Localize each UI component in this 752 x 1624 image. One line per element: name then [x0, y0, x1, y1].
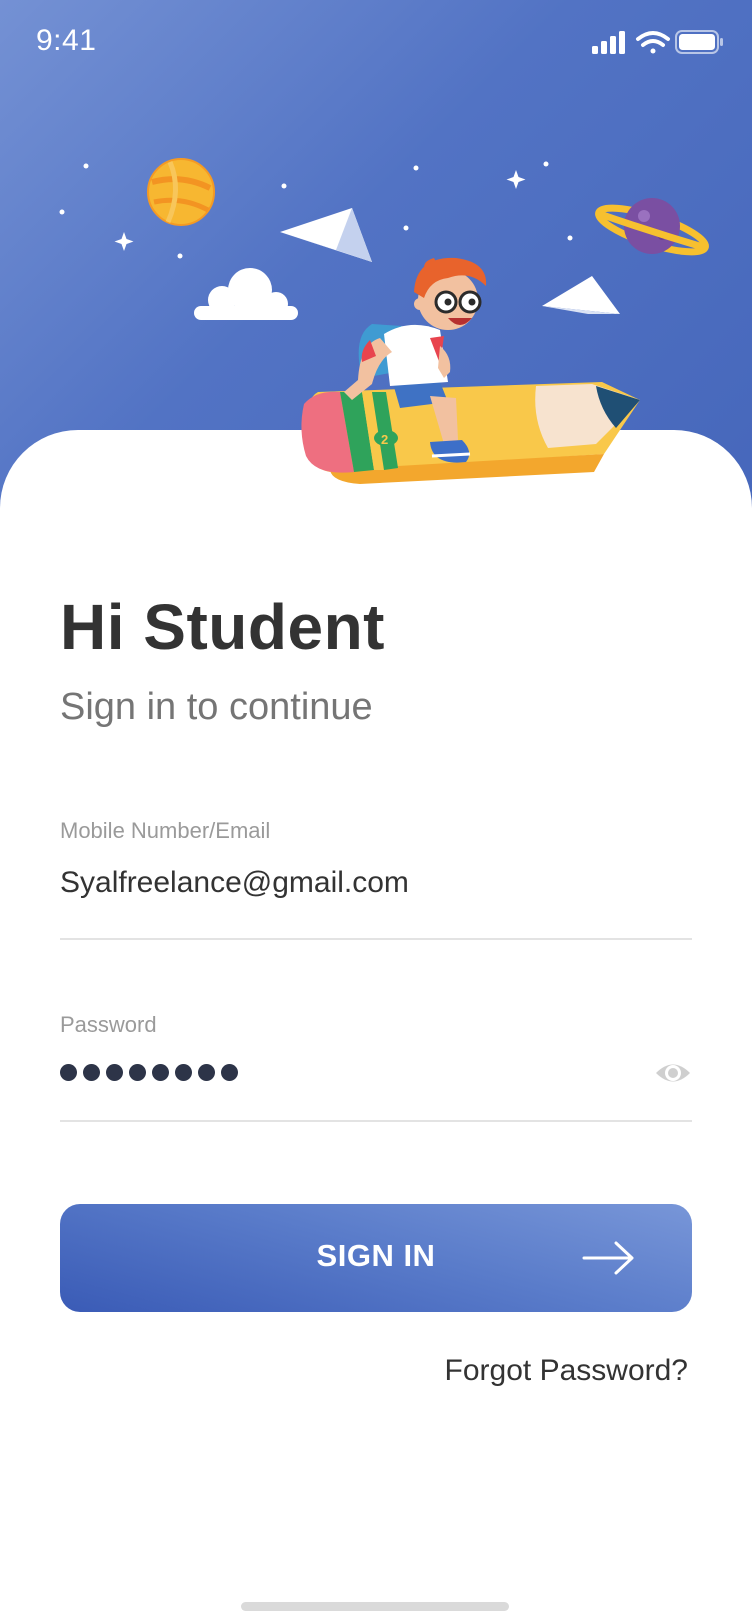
purple-ringed-planet-icon: [595, 198, 709, 256]
password-dot: [175, 1064, 192, 1081]
signal-icon: [592, 31, 625, 54]
status-icons: [592, 30, 723, 54]
status-time: 9:41: [36, 24, 97, 57]
wifi-icon: [636, 31, 670, 54]
home-indicator: [241, 1602, 509, 1611]
status-bar: 9:41: [0, 0, 752, 84]
password-dot: [129, 1064, 146, 1081]
paper-plane-icon: [280, 208, 620, 314]
page-subtitle: Sign in to continue: [60, 686, 373, 728]
password-underline: [60, 1120, 692, 1122]
password-label: Password: [60, 1012, 157, 1037]
password-field[interactable]: [60, 1064, 238, 1081]
password-dot: [221, 1064, 238, 1081]
password-dot: [152, 1064, 169, 1081]
eye-icon[interactable]: [654, 1058, 692, 1088]
arrow-right-icon: [582, 1241, 634, 1275]
orange-planet-icon: [147, 158, 215, 226]
page-title: Hi Student: [60, 591, 385, 663]
email-field[interactable]: Syalfreelance@gmail.com: [60, 866, 409, 900]
battery-icon: [675, 30, 723, 54]
password-dot: [60, 1064, 77, 1081]
password-dot: [198, 1064, 215, 1081]
forgot-password-link[interactable]: Forgot Password?: [445, 1354, 688, 1388]
sign-in-button[interactable]: SIGN IN: [60, 1204, 692, 1312]
email-label: Mobile Number/Email: [60, 818, 271, 843]
password-dot: [106, 1064, 123, 1081]
password-dot: [83, 1064, 100, 1081]
stars-icon: [59, 161, 573, 259]
email-underline: [60, 938, 692, 940]
cloud-icon: [194, 268, 298, 320]
